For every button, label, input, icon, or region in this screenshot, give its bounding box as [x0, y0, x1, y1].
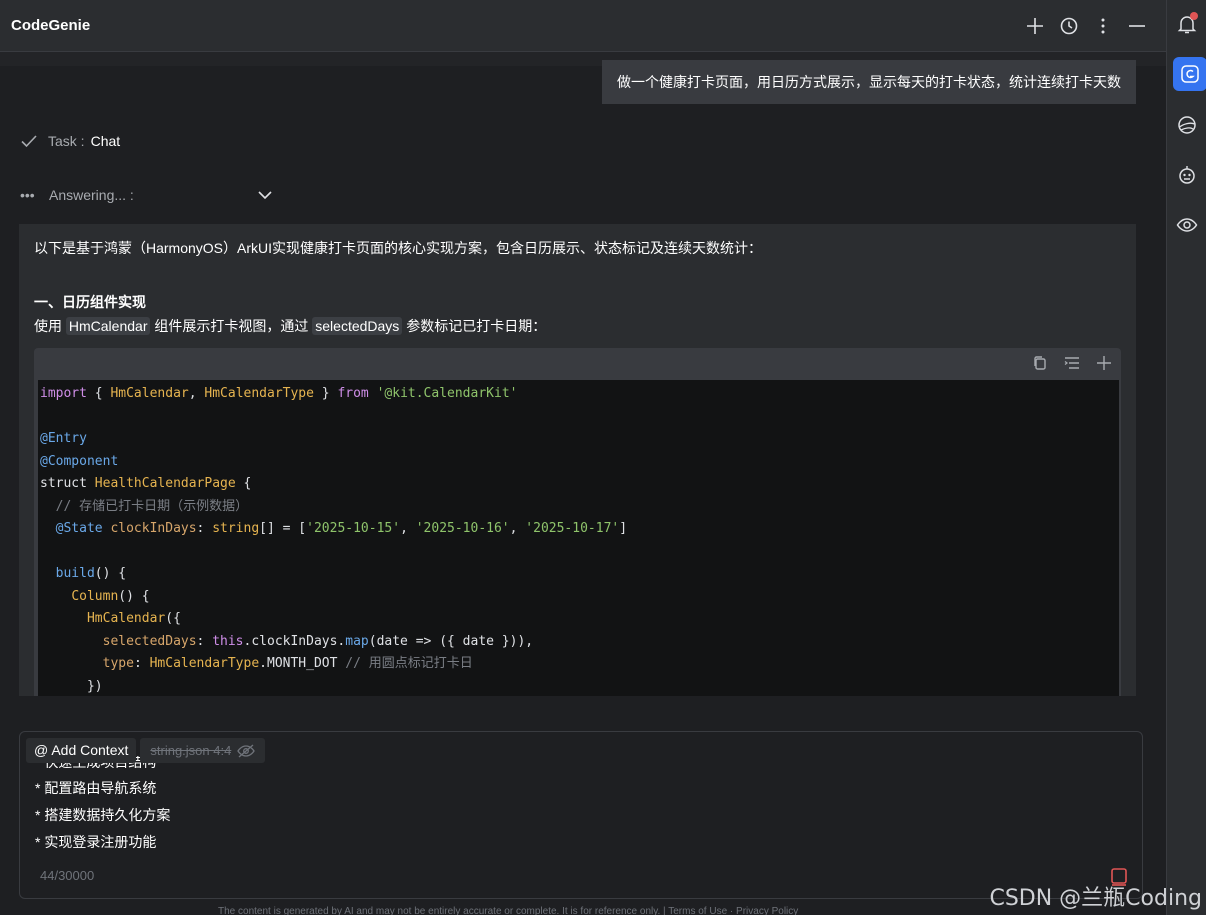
code-line: }) [40, 678, 103, 694]
notifications-button[interactable] [1173, 10, 1201, 38]
char-counter: 44/30000 [40, 868, 95, 883]
history-icon [1060, 17, 1078, 34]
app-title: CodeGenie [11, 17, 91, 34]
eye-icon [1176, 218, 1198, 232]
minimize-icon [1129, 24, 1145, 27]
header-actions [1024, 15, 1166, 37]
context-row: @ Add Context string.json 4:4 [26, 738, 266, 763]
code-line: import { HmCalendar, HmCalendarType } fr… [40, 386, 518, 401]
preview-tool-button[interactable] [1173, 211, 1201, 239]
answer-intro: 以下是基于鸿蒙（HarmonyOS）ArkUI实现健康打卡页面的核心实现方案，包… [34, 240, 763, 256]
add-context-button[interactable]: @ Add Context [26, 738, 137, 763]
user-message-bubble: 做一个健康打卡页面，用日历方式展示，显示每天的打卡状态，统计连续打卡天数 [602, 60, 1136, 104]
code-line: // 存储已打卡日期（示例数据） [40, 498, 249, 514]
task-status-row: Task : Chat [20, 132, 120, 150]
answering-row[interactable]: ••• Answering... : [20, 186, 274, 204]
answer-content: 以下是基于鸿蒙（HarmonyOS）ArkUI实现健康打卡页面的核心实现方案，包… [19, 224, 1136, 696]
context-file-label: string.json 4:4 [150, 743, 232, 758]
robot-icon [1179, 166, 1195, 184]
desc-text: 组件展示打卡视图，通过 [150, 318, 313, 334]
copy-icon[interactable] [1031, 354, 1049, 372]
more-vertical-icon [1101, 18, 1105, 33]
input-line: * 配置路由导航系统 [35, 780, 157, 796]
code-line: struct HealthCalendarPage { [40, 476, 252, 491]
code-line: @Component [40, 453, 119, 469]
agent-tool-button[interactable] [1173, 161, 1201, 189]
desc-text: 使用 [34, 318, 66, 334]
explorer-tool-button[interactable] [1173, 111, 1201, 139]
code-line: @Entry [40, 431, 87, 446]
inline-code-chip: selectedDays [312, 317, 403, 335]
input-line: * 实现登录注册功能 [35, 834, 157, 850]
input-line: * 搭建数据持久化方案 [35, 807, 171, 823]
inline-code-chip: HmCalendar [65, 317, 151, 335]
eye-off-icon[interactable] [237, 744, 256, 758]
code-line: build() { [55, 566, 127, 581]
code-line: type: HmCalendarType.MONTH_DOT // 用圆点标记打… [102, 656, 473, 671]
chat-input-box[interactable]: * 快速生成项目结构 * 配置路由导航系统 * 搭建数据持久化方案 * 实现登录… [19, 731, 1143, 899]
notification-badge [1190, 12, 1198, 20]
code-block: import { HmCalendar, HmCalendarType } fr… [34, 348, 1121, 696]
loading-dots-icon: ••• [20, 187, 35, 203]
code-editor: import { HmCalendar, HmCalendarType } fr… [38, 380, 1119, 696]
disclaimer-footer: The content is generated by AI and may n… [218, 906, 799, 915]
insert-code-icon[interactable] [1063, 354, 1081, 372]
section-description: 使用 HmCalendar 组件展示打卡视图，通过 selectedDays 参… [34, 316, 546, 336]
header-bar: CodeGenie [0, 0, 1166, 52]
plus-icon [1027, 17, 1043, 34]
watermark: CSDN @兰瓶Coding [989, 886, 1202, 911]
right-tool-strip [1166, 0, 1206, 915]
task-value: Chat [90, 133, 121, 149]
history-button[interactable] [1058, 15, 1080, 37]
code-line: selectedDays: this.clockInDays.map(date … [102, 633, 534, 649]
codegenie-tool-button[interactable] [1173, 57, 1206, 91]
chevron-down-icon[interactable] [256, 186, 274, 204]
desc-text: 参数标记已打卡日期： [402, 318, 547, 334]
new-chat-button[interactable] [1024, 15, 1046, 37]
minimize-button[interactable] [1126, 15, 1148, 37]
check-icon [21, 135, 37, 148]
code-line: HmCalendar({ [86, 611, 181, 626]
chat-input-text[interactable]: * 快速生成项目结构 * 配置路由导航系统 * 搭建数据持久化方案 * 实现登录… [35, 756, 170, 856]
codegenie-icon [1181, 65, 1199, 83]
answering-label: Answering... : [49, 187, 134, 203]
chat-panel: CodeGenie 做一个健康打卡页面，用日历方式展示，显示每天的打卡状态，统计… [0, 0, 1166, 915]
task-label: Task : [48, 133, 85, 149]
section-heading: 一、日历组件实现 [34, 294, 146, 310]
context-file-chip[interactable]: string.json 4:4 [140, 738, 266, 763]
code-line: Column() { [71, 588, 150, 604]
code-toolbar [34, 348, 1121, 378]
more-menu-button[interactable] [1092, 15, 1114, 37]
code-line: @State clockInDays: string[] = ['2025-10… [55, 521, 628, 536]
plus-icon[interactable] [1095, 354, 1113, 372]
planet-icon [1178, 116, 1196, 134]
